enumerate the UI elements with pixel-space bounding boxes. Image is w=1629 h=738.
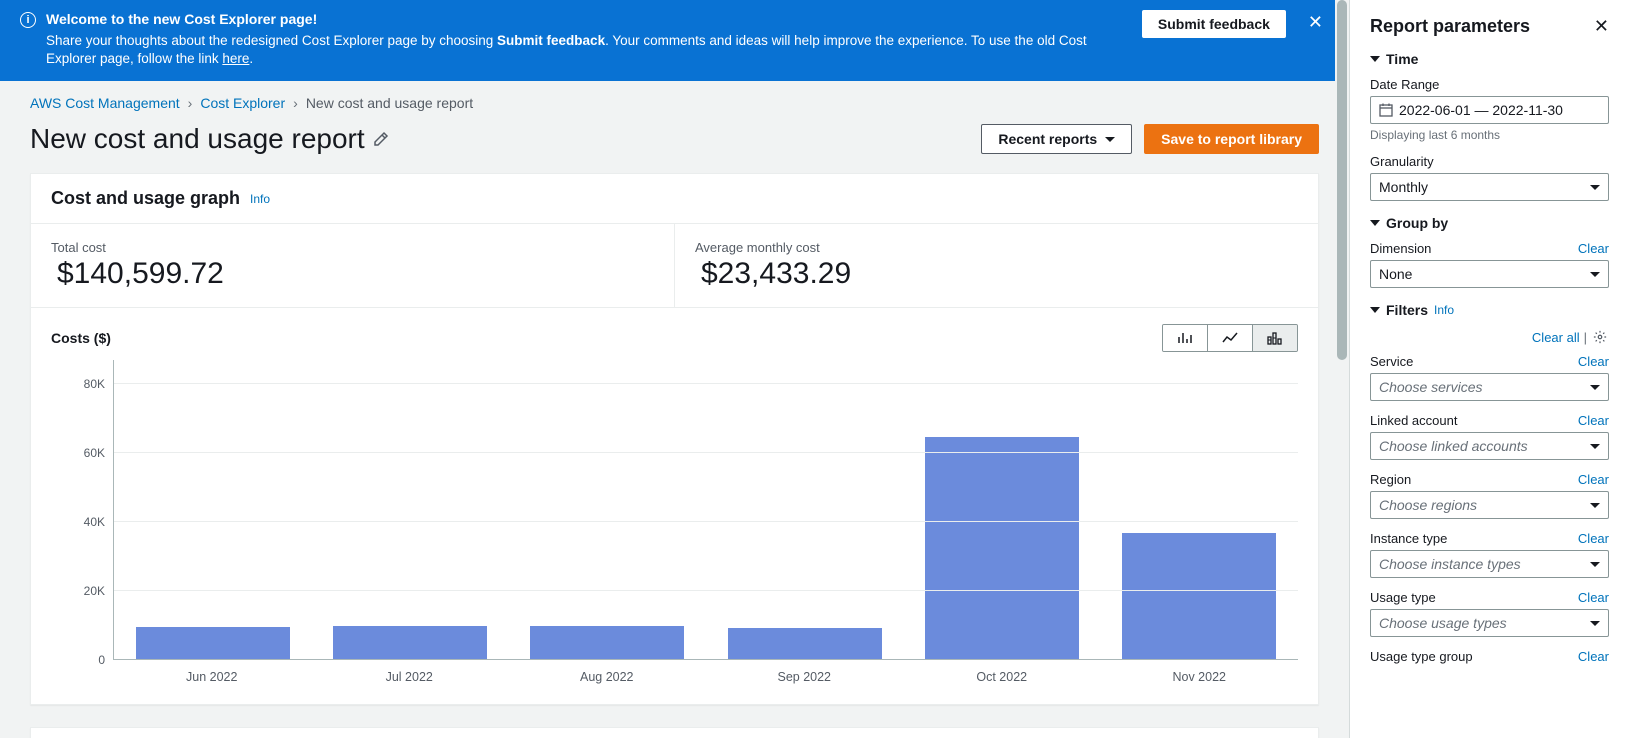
chart-type-toggle xyxy=(1162,324,1298,352)
side-panel-title: Report parameters xyxy=(1370,16,1530,37)
section-time[interactable]: Time xyxy=(1370,51,1609,67)
caret-down-icon xyxy=(1370,220,1380,226)
dimension-label: Dimension xyxy=(1370,241,1431,256)
total-cost-label: Total cost xyxy=(51,240,654,255)
filter-label: Usage type xyxy=(1370,590,1436,605)
filters-settings-icon[interactable] xyxy=(1591,328,1609,346)
info-banner: i Welcome to the new Cost Explorer page!… xyxy=(0,0,1349,81)
filter-label: Linked account xyxy=(1370,413,1457,428)
recent-reports-button[interactable]: Recent reports xyxy=(981,124,1132,154)
chart-bar[interactable] xyxy=(728,628,882,660)
dimension-select[interactable]: None xyxy=(1370,260,1609,288)
chart-bar[interactable] xyxy=(1122,533,1276,661)
chart-bar[interactable] xyxy=(530,626,684,660)
filter-label: Region xyxy=(1370,472,1411,487)
chart-plot: 020K40K60K80K xyxy=(51,360,1298,660)
filter-label: Usage type group xyxy=(1370,649,1473,664)
stacked-bar-icon xyxy=(1267,331,1283,345)
banner-body: Share your thoughts about the redesigned… xyxy=(46,32,1132,70)
side-panel-close-icon[interactable]: ✕ xyxy=(1594,16,1609,37)
caret-down-icon xyxy=(1105,137,1115,142)
filter-clear-link[interactable]: Clear xyxy=(1578,472,1609,487)
x-tick-label: Jul 2022 xyxy=(311,670,509,684)
info-link[interactable]: Info xyxy=(250,192,270,206)
filter-select[interactable]: Choose services xyxy=(1370,373,1609,401)
caret-down-icon xyxy=(1590,503,1600,508)
page-title: New cost and usage report xyxy=(30,123,389,155)
filter-clear-link[interactable]: Clear xyxy=(1578,354,1609,369)
breadcrumb: AWS Cost Management › Cost Explorer › Ne… xyxy=(0,81,1349,117)
x-tick-label: Aug 2022 xyxy=(508,670,706,684)
avg-cost-value: $23,433.29 xyxy=(695,257,1298,291)
breadcrumb-cost-management[interactable]: AWS Cost Management xyxy=(30,95,180,111)
filter-select[interactable]: Choose usage types xyxy=(1370,609,1609,637)
save-report-button[interactable]: Save to report library xyxy=(1144,124,1319,154)
x-tick-label: Sep 2022 xyxy=(706,670,904,684)
filter-clear-link[interactable]: Clear xyxy=(1578,590,1609,605)
caret-down-icon xyxy=(1590,444,1600,449)
total-cost-value: $140,599.72 xyxy=(51,257,654,291)
filter-clear-link[interactable]: Clear xyxy=(1578,413,1609,428)
caret-down-icon xyxy=(1590,385,1600,390)
filter-clear-link[interactable]: Clear xyxy=(1578,649,1609,664)
y-tick-label: 20K xyxy=(84,584,105,598)
x-tick-label: Nov 2022 xyxy=(1101,670,1299,684)
chart-y-label: Costs ($) xyxy=(51,330,111,346)
caret-down-icon xyxy=(1590,272,1600,277)
granularity-label: Granularity xyxy=(1370,154,1609,169)
caret-down-icon xyxy=(1370,307,1380,313)
chart-bar-button[interactable] xyxy=(1163,325,1207,351)
date-range-hint: Displaying last 6 months xyxy=(1370,128,1609,142)
bar-chart-icon xyxy=(1177,331,1193,345)
chart-stacked-button[interactable] xyxy=(1252,325,1297,351)
y-tick-label: 40K xyxy=(84,515,105,529)
chart-bar[interactable] xyxy=(136,627,290,660)
date-range-label: Date Range xyxy=(1370,77,1609,92)
calendar-icon xyxy=(1379,103,1393,117)
cost-breakdown-card: Cost and usage breakdown Download as CSV… xyxy=(30,727,1319,738)
filter-select[interactable]: Choose instance types xyxy=(1370,550,1609,578)
filter-label: Instance type xyxy=(1370,531,1447,546)
chart-bar[interactable] xyxy=(333,626,487,661)
panel-resize-handle[interactable]: || xyxy=(1349,351,1350,387)
dimension-clear-link[interactable]: Clear xyxy=(1578,241,1609,256)
report-parameters-panel: || Report parameters ✕ Time Date Range 2… xyxy=(1349,0,1629,738)
date-range-input[interactable]: 2022-06-01 — 2022-11-30 xyxy=(1370,96,1609,124)
filter-clear-link[interactable]: Clear xyxy=(1578,531,1609,546)
y-tick-label: 0 xyxy=(98,653,105,667)
breadcrumb-current: New cost and usage report xyxy=(306,95,473,111)
section-group-by[interactable]: Group by xyxy=(1370,215,1609,231)
banner-here-link[interactable]: here xyxy=(222,51,249,66)
filter-select[interactable]: Choose regions xyxy=(1370,491,1609,519)
filters-info-link[interactable]: Info xyxy=(1434,303,1454,317)
y-tick-label: 80K xyxy=(84,377,105,391)
filter-select[interactable]: Choose linked accounts xyxy=(1370,432,1609,460)
cost-graph-card: Cost and usage graph Info Total cost $14… xyxy=(30,173,1319,705)
card-title: Cost and usage graph xyxy=(51,188,240,209)
line-chart-icon xyxy=(1222,331,1238,345)
chevron-right-icon: › xyxy=(188,95,193,111)
clear-all-link[interactable]: Clear all xyxy=(1532,330,1580,345)
info-icon: i xyxy=(20,12,36,28)
chart-bar[interactable] xyxy=(925,437,1079,660)
caret-down-icon xyxy=(1370,56,1380,62)
banner-close-icon[interactable]: ✕ xyxy=(1302,10,1329,35)
x-tick-label: Oct 2022 xyxy=(903,670,1101,684)
filter-label: Service xyxy=(1370,354,1413,369)
y-tick-label: 60K xyxy=(84,446,105,460)
chart-line-button[interactable] xyxy=(1207,325,1252,351)
avg-cost-label: Average monthly cost xyxy=(695,240,1298,255)
caret-down-icon xyxy=(1590,562,1600,567)
x-tick-label: Jun 2022 xyxy=(113,670,311,684)
main-scrollbar[interactable] xyxy=(1335,0,1349,738)
breadcrumb-cost-explorer[interactable]: Cost Explorer xyxy=(200,95,285,111)
edit-icon[interactable] xyxy=(373,131,389,147)
submit-feedback-button[interactable]: Submit feedback xyxy=(1142,10,1286,38)
caret-down-icon xyxy=(1590,185,1600,190)
section-filters[interactable]: Filters Info xyxy=(1370,302,1609,318)
banner-title: Welcome to the new Cost Explorer page! xyxy=(46,10,1132,30)
granularity-select[interactable]: Monthly xyxy=(1370,173,1609,201)
caret-down-icon xyxy=(1590,621,1600,626)
chevron-right-icon: › xyxy=(293,95,298,111)
